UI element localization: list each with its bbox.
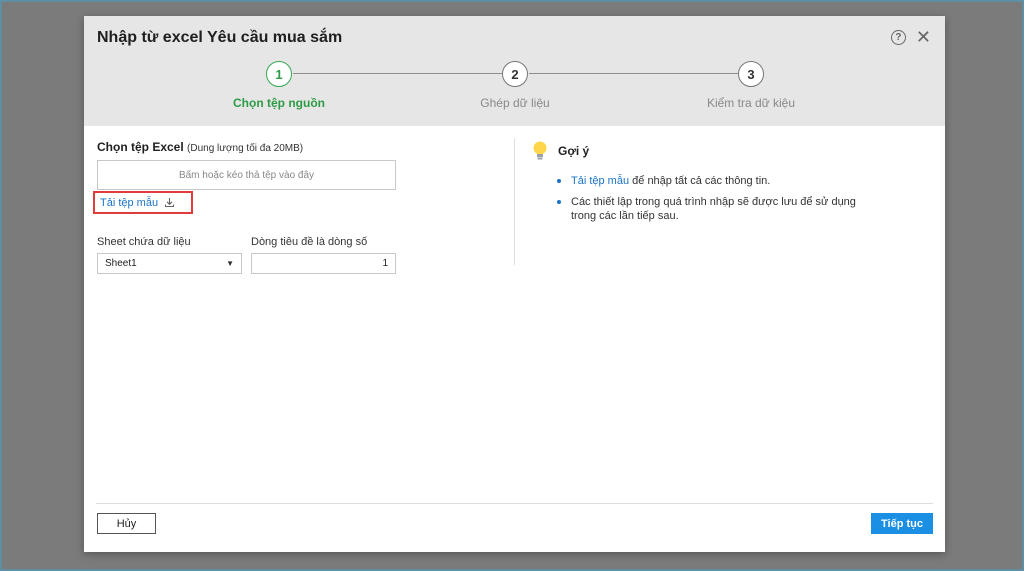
hint-panel: Gợi ý Tải tệp mẫu để nhập tất cả các thô… [530,140,870,230]
hint-template-link[interactable]: Tải tệp mẫu [571,175,629,187]
dialog-header: Nhập từ excel Yêu cầu mua sắm ? ✕ 1 Chọn… [84,16,945,126]
close-icon[interactable]: ✕ [916,28,931,46]
sheet-field: Sheet chứa dữ liệu Sheet1 ▼ [97,236,242,274]
hint-header: Gợi ý [530,140,870,162]
sheet-select[interactable]: Sheet1 ▼ [97,253,242,274]
step-1-circle: 1 [266,61,292,87]
caret-down-icon: ▼ [226,259,234,268]
source-title: Chọn tệp Excel (Dung lượng tối đa 20MB) [97,140,397,154]
continue-button[interactable]: Tiếp tục [871,513,933,534]
hint-list: Tải tệp mẫu để nhập tất cả các thông tin… [530,174,870,223]
hint-item: Tải tệp mẫu để nhập tất cả các thông tin… [557,174,870,188]
help-icon[interactable]: ? [890,30,906,45]
header-row-label: Dòng tiêu đề là dòng số [251,236,368,248]
header-row-field: Dòng tiêu đề là dòng số 1 [251,236,396,274]
sheet-label: Sheet chứa dữ liệu [97,236,191,248]
step-2[interactable]: 2 Ghép dữ liệu [415,61,615,110]
template-link-label: Tải tệp mẫu [100,196,159,209]
sheet-value: Sheet1 [105,258,137,269]
import-dialog: Nhập từ excel Yêu cầu mua sắm ? ✕ 1 Chọn… [84,16,945,552]
import-settings: Sheet chứa dữ liệu Sheet1 ▼ Dòng tiêu đề… [97,236,396,274]
size-note: (Dung lượng tối đa 20MB) [187,143,304,154]
hint-item: Các thiết lập trong quá trình nhập sẽ đư… [557,195,870,223]
step-2-circle: 2 [502,61,528,87]
step-3-label: Kiểm tra dữ kiệu [706,96,796,110]
header-row-input[interactable]: 1 [251,253,396,274]
hint-item-1-text: để nhập tất cả các thông tin. [629,175,771,187]
hint-item-2-text: Các thiết lập trong quá trình nhập sẽ đư… [571,196,856,222]
step-1-label: Chọn tệp nguồn [233,96,325,110]
dialog-title: Nhập từ excel Yêu cầu mua sắm [97,29,343,46]
step-2-label: Ghép dữ liệu [480,96,550,110]
cancel-button[interactable]: Hủy [97,513,156,534]
lightbulb-icon [533,141,547,160]
panel-divider [514,138,515,265]
step-1[interactable]: 1 Chọn tệp nguồn [179,61,379,110]
file-dropzone[interactable]: Bấm hoặc kéo thả tệp vào đây [97,160,396,190]
source-title-text: Chọn tệp Excel [97,140,184,154]
header-row-value: 1 [382,258,388,269]
stepper: 1 Chọn tệp nguồn 2 Ghép dữ liệu 3 Kiểm t… [84,61,945,121]
download-template-link[interactable]: Tải tệp mẫu [93,191,193,214]
download-icon [165,198,175,208]
hint-title: Gợi ý [558,144,590,158]
step-3[interactable]: 3 Kiểm tra dữ kiệu [651,61,851,110]
footer-divider [96,503,933,504]
source-panel: Chọn tệp Excel (Dung lượng tối đa 20MB) … [93,140,397,274]
header-icons: ? ✕ [890,28,931,46]
dropzone-text: Bấm hoặc kéo thả tệp vào đây [178,169,315,181]
step-3-circle: 3 [738,61,764,87]
